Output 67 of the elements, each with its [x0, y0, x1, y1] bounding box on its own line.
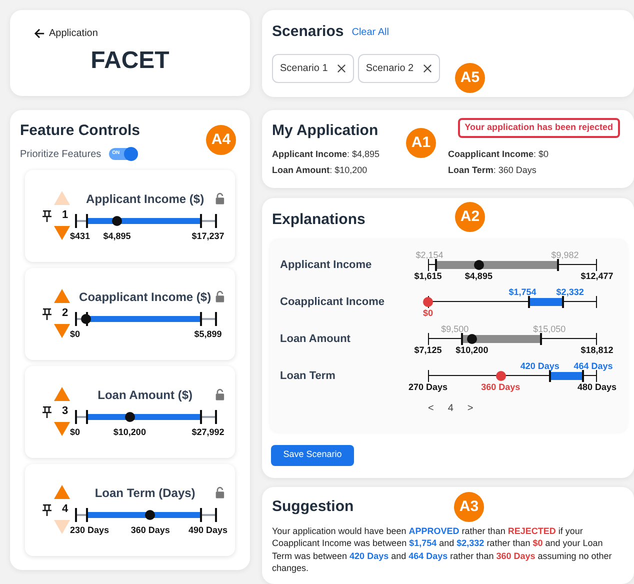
range-value-label: $10,200	[456, 344, 488, 356]
slider-value-label: $5,899	[194, 328, 222, 340]
range-value-label: $18,812	[580, 344, 614, 356]
feature-title: Applicant Income ($)	[85, 190, 206, 208]
range-value-label: 270 Days	[408, 380, 448, 394]
rank-number: 3	[62, 404, 68, 420]
range-value-label: $15,050	[533, 322, 566, 336]
range-value-label: $12,477	[580, 270, 614, 282]
range-value-label: 480 Days	[577, 380, 617, 394]
range-value-label: $1,754	[508, 286, 536, 298]
panel-title: Feature Controls	[20, 121, 140, 141]
range-value-label: 464 Days	[574, 360, 613, 373]
range-value-label: 420 Days	[520, 360, 560, 373]
suggestion-text: Your application would have been APPROVED rather than REJECTED if your Coapplicant Income was between $1,754 and $2,332 rather than $0 and your Loan Term was between 420 Days and 464 Days rather than 360 Days assuming no other changes.	[272, 524, 613, 574]
annotation-badge: A4	[206, 125, 236, 155]
panel-title: Scenarios	[272, 22, 344, 42]
feature-label: Loan Amount	[280, 332, 352, 346]
app-title: FACET	[90, 46, 170, 76]
next-page-button[interactable]: >	[467, 400, 474, 416]
panel-title: Suggestion	[272, 497, 354, 517]
range-value-label: $2,154	[416, 248, 444, 262]
feature-label: Coapplicant Income	[280, 294, 386, 310]
feature-title: Coapplicant Income ($)	[78, 288, 212, 306]
slider-value-label: $0	[70, 328, 80, 340]
field-text: Applicant Income: $4,895	[272, 148, 381, 161]
range-value-label: 360 Days	[481, 380, 520, 394]
annotation-badge: A1	[406, 128, 436, 158]
range-value-label: $2,332	[556, 286, 584, 298]
page-number: 4	[448, 402, 454, 416]
range-value-label: $9,982	[551, 248, 579, 262]
scenario-chip[interactable]: Scenario 1	[272, 54, 354, 82]
feature-label: Applicant Income	[280, 258, 373, 272]
annotation-badge: A3	[454, 492, 484, 522]
range-value-label: $1,615	[414, 270, 442, 282]
scenario-chip[interactable]: Scenario 2	[358, 54, 440, 82]
back-link[interactable]: Application	[49, 26, 98, 41]
annotation-badge: A5	[455, 63, 485, 93]
status-badge: Your application has been rejected	[458, 118, 620, 138]
previous-page-button[interactable]: <	[428, 400, 434, 416]
slider-value-label: $27,992	[192, 426, 224, 438]
field-text: Coapplicant Income: $0	[448, 148, 550, 161]
feature-title: Loan Term (Days)	[94, 484, 196, 502]
slider-value-label: $10,200	[113, 426, 146, 438]
feature-title: Loan Amount ($)	[96, 386, 194, 404]
range-value-label: $9,500	[441, 322, 469, 336]
annotation-badge: A2	[455, 202, 485, 232]
rank-number: 2	[62, 306, 68, 322]
slider-value-label: 360 Days	[130, 524, 170, 537]
panel-title: My Application	[272, 121, 378, 141]
rank-number: 1	[62, 208, 68, 224]
slider-value-label: $431	[70, 230, 90, 242]
clear-all-link[interactable]: Clear All	[352, 24, 389, 40]
slider-value-label: $4,895	[103, 230, 131, 242]
slider-value-label: $17,237	[192, 230, 224, 242]
panel-title: Explanations	[272, 210, 366, 230]
feature-label: Loan Term	[280, 368, 336, 384]
field-text: Loan Amount: $10,200	[272, 164, 368, 177]
range-value-label: $0	[423, 306, 433, 320]
slider-value-label: $0	[70, 426, 80, 438]
range-value-label: $7,125	[414, 344, 442, 356]
toggle-label: Prioritize Features	[20, 148, 102, 162]
rank-number: 4	[62, 502, 68, 518]
save-scenario-button[interactable]: Save Scenario	[271, 444, 354, 466]
field-text: Loan Term: 360 Days	[448, 164, 538, 177]
slider-value-label: 490 Days	[188, 524, 228, 537]
slider-value-label: 230 Days	[70, 524, 110, 537]
range-value-label: $4,895	[464, 270, 492, 282]
